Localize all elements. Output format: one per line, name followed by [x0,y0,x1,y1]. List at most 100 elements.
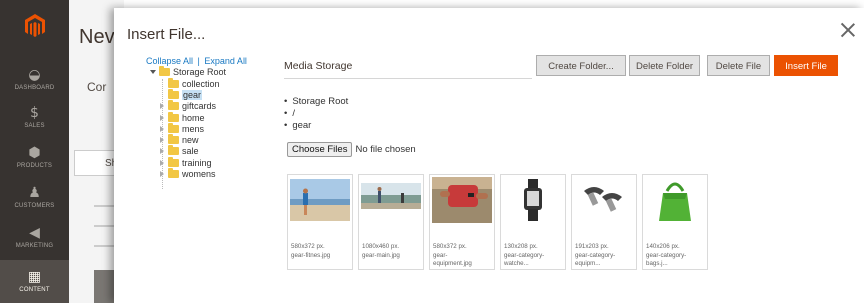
collapsed-arrow-icon[interactable] [160,137,164,144]
file-upload-row: Choose Files No file chosen [287,142,416,157]
tree-item-mens[interactable]: mens [160,122,220,134]
tree-item-label: sale [182,146,199,157]
thumbnail-dimensions: 191x203 px. [575,243,609,250]
page-title: Nev [79,26,115,48]
folder-icon [168,88,179,99]
tree-item-training[interactable]: training [160,156,220,168]
breadcrumb: Storage Root / gear [284,96,348,132]
folder-icon [168,77,179,88]
layout-icon: ▦ [27,269,42,285]
nav-sales[interactable]: $ SALES [0,98,69,136]
tree-item-sale[interactable]: sale [160,145,220,157]
person-icon: ♟ [28,184,41,201]
file-thumbnail[interactable]: 580x372 px. gear-fitnes.jpg [287,174,353,270]
nav-content[interactable]: ▦ CONTENT [0,260,69,303]
tree-controls: Collapse All | Expand All [146,56,266,66]
collapse-all-link[interactable]: Collapse All [146,56,193,66]
expanded-arrow-icon [150,70,156,74]
magento-logo-icon [24,14,45,37]
thumbnail-filename: gear-category- [646,251,687,259]
close-icon[interactable] [838,20,858,40]
dashboard-icon: ◒ [28,66,41,83]
tree-item-label: giftcards [182,101,217,112]
file-thumbnail[interactable]: 1080x460 px. gear-main.jpg [358,174,424,270]
megaphone-icon: ◀ [29,224,40,241]
collapsed-arrow-icon[interactable] [160,114,164,121]
folder-icon [168,111,179,122]
thumbnail-meta: 580x372 px. gear- equipment.jpg [433,243,495,269]
dollar-icon: $ [30,104,39,121]
tree-item-label: new [182,135,199,146]
breadcrumb-item: gear [284,120,348,132]
tree-item-womens[interactable]: womens [160,168,220,179]
tree-item-collection[interactable]: collection [160,77,220,89]
thumbnail-meta: 580x372 px. gear-fitnes.jpg [291,243,353,260]
tree-item-giftcards[interactable]: giftcards [160,100,220,112]
collapsed-arrow-icon[interactable] [160,159,164,166]
magento-logo[interactable] [0,0,69,52]
modal-title: Insert File... [127,26,206,43]
nav-content-label: CONTENT [19,287,50,293]
collapsed-arrow-icon[interactable] [160,125,164,132]
tree-item-label: home [182,112,205,123]
file-thumbnail[interactable]: 140x206 px. gear-category- bags.j... [642,174,708,270]
nav-customers[interactable]: ♟ CUSTOMERS [0,178,69,216]
folder-icon [168,134,179,145]
thumbnail-meta: 130x208 px. gear-category- watche... [504,243,566,269]
delete-file-button[interactable]: Delete File [707,55,770,76]
create-folder-button[interactable]: Create Folder... [536,55,626,76]
thumbnail-filename-cont: watche... [504,260,529,267]
media-storage-panel: Media Storage Create Folder... Delete Fo… [284,52,844,297]
nav-sales-label: SALES [24,122,45,129]
title-divider [284,78,532,79]
no-file-chosen-text: No file chosen [355,144,416,155]
tree-item-label: womens [182,169,216,180]
thumbnail-filename: gear-category- [575,251,616,259]
delete-folder-button[interactable]: Delete Folder [629,55,700,76]
collapsed-arrow-icon[interactable] [160,148,164,155]
thumbnail-meta: 140x206 px. gear-category- bags.j... [646,243,708,269]
tree-item-home[interactable]: home [160,111,220,123]
collapsed-arrow-icon[interactable] [160,103,164,110]
thumbnail-filename: gear- [433,251,448,259]
folder-icon [159,66,170,76]
editor-area [94,270,114,303]
tree-item-label: training [182,157,212,168]
insert-file-button[interactable]: Insert File [774,55,838,76]
thumbnail-filename-cont: equipment.jpg [433,260,472,267]
thumbnail-image [574,177,634,223]
nav-dashboard[interactable]: ◒ DASHBOARD [0,60,69,98]
insert-file-modal: Insert File... Collapse All | Expand All… [114,8,864,303]
expand-all-link[interactable]: Expand All [204,56,247,66]
nav-customers-label: CUSTOMERS [14,202,55,209]
choose-files-button[interactable]: Choose Files [287,142,353,157]
folder-icon [168,156,179,167]
file-thumbnail[interactable]: 580x372 px. gear- equipment.jpg [429,174,495,270]
file-thumbnail[interactable]: 130x208 px. gear-category- watche... [500,174,566,270]
breadcrumb-separator: / [284,108,348,120]
thumbnail-image [361,177,421,223]
thumbnail-filename-cont: equipm... [575,260,601,267]
thumbnail-dimensions: 580x372 px. [433,243,467,250]
tree-children: collection gear giftcards home mens new … [160,77,220,180]
thumbnail-filename: gear-category- [504,251,545,259]
folder-icon [168,145,179,156]
folder-icon [168,122,179,133]
thumbnail-filename: gear-fitnes.jpg [291,251,331,259]
thumbnail-filename: gear-main.jpg [362,251,400,259]
thumbnail-image [503,177,563,223]
thumbnail-dimensions: 130x208 px. [504,243,538,250]
tree-item-new[interactable]: new [160,134,220,145]
file-thumbnail[interactable]: 191x203 px. gear-category- equipm... [571,174,637,270]
tree-item-label: mens [182,123,205,134]
thumbnail-meta: 191x203 px. gear-category- equipm... [575,243,637,269]
admin-sidebar: ◒ DASHBOARD $ SALES ⬢ PRODUCTS ♟ CUSTOME… [0,0,69,303]
collapsed-arrow-icon[interactable] [160,171,164,178]
thumbnail-dimensions: 580x372 px. [291,243,325,250]
nav-marketing[interactable]: ◀ MARKETING [0,218,69,256]
tree-item-gear[interactable]: gear [160,88,220,100]
nav-marketing-label: MARKETING [15,242,54,249]
tree-item-label: gear [182,89,203,100]
tree-root-item[interactable]: Storage Root [150,66,226,77]
nav-products[interactable]: ⬢ PRODUCTS [0,138,69,176]
